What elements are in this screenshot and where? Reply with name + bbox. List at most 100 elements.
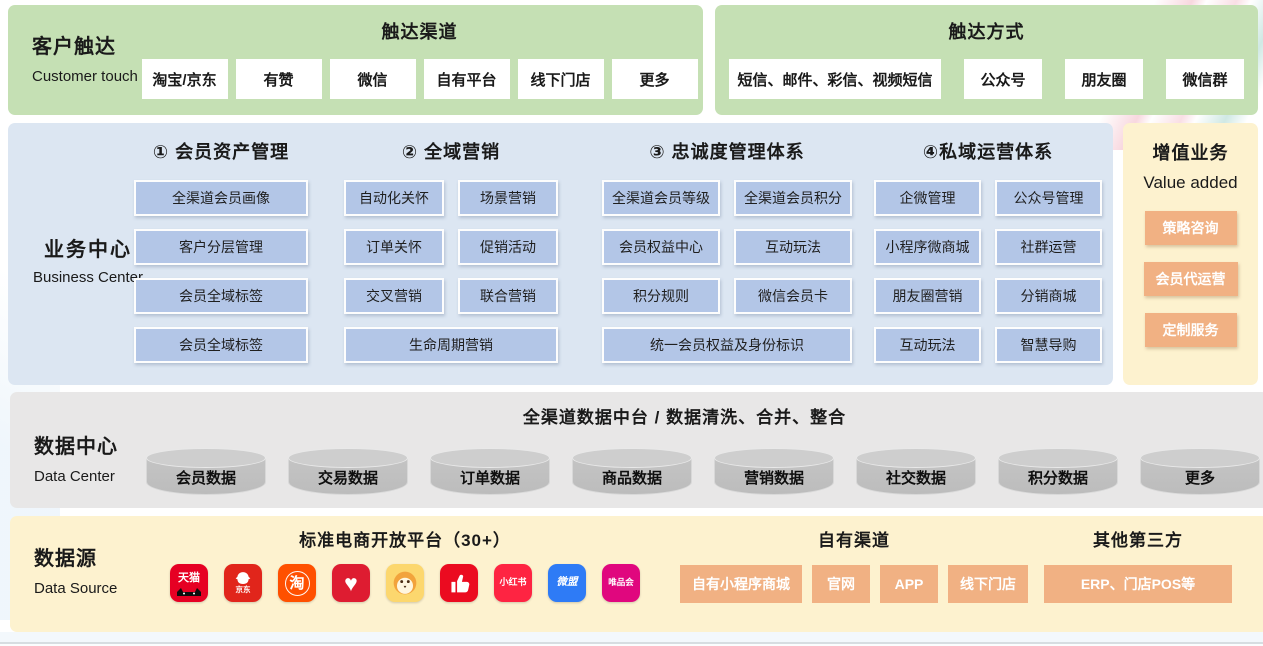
customer-touch-label: 客户触达 Customer touch xyxy=(32,30,138,85)
business-section-grid: 企微管理公众号管理小程序微商城社群运营朋友圈营销分销商城互动玩法智慧导购 xyxy=(870,180,1106,363)
channels-title: 触达渠道 xyxy=(146,18,693,44)
ecommerce-platforms-title: 标准电商开放平台（30+） xyxy=(140,526,670,550)
database-cylinders-row: 会员数据 交易数据 订单数据 商品数据 营销数据 社交数据 积分数据更多 xyxy=(146,448,1263,496)
suning-icon xyxy=(386,564,424,602)
business-module-box: 订单关怀 xyxy=(344,229,444,265)
own-channel-box: 线下门店 xyxy=(948,565,1028,603)
database-cylinder: 社交数据 xyxy=(856,448,976,496)
business-center-panel: 业务中心 Business Center ① 会员资产管理全渠道会员画像客户分层… xyxy=(8,123,1113,385)
value-added-box: 定制服务 xyxy=(1145,313,1237,347)
business-module-box: 全渠道会员积分 xyxy=(734,180,852,216)
database-cylinder: 交易数据 xyxy=(288,448,408,496)
taobao-icon: 淘 xyxy=(278,564,316,602)
business-section-title: ④私域运营体系 xyxy=(870,138,1106,165)
business-section-3: ③ 忠诚度管理体系全渠道会员等级全渠道会员积分会员权益中心互动玩法积分规则微信会… xyxy=(598,123,856,385)
channel-buttons-row: 淘宝/京东有赞微信自有平台线下门店更多 xyxy=(146,59,693,99)
business-module-box: 生命周期营销 xyxy=(344,327,558,363)
business-section-title: ① 会员资产管理 xyxy=(120,138,322,165)
value-added-label-zh: 增值业务 xyxy=(1123,139,1258,165)
business-section-4: ④私域运营体系企微管理公众号管理小程序微商城社群运营朋友圈营销分销商城互动玩法智… xyxy=(870,123,1106,385)
weimob-icon: 微盟 xyxy=(548,564,586,602)
channel-box: 更多 xyxy=(612,59,698,99)
business-module-box: 小程序微商城 xyxy=(874,229,981,265)
method-box: 公众号 xyxy=(964,59,1042,99)
business-module-box: 公众号管理 xyxy=(995,180,1102,216)
value-added-box: 会员代运营 xyxy=(1144,262,1238,296)
data-source-label: 数据源 Data Source xyxy=(34,542,117,597)
touch-methods-panel: 触达方式 短信、邮件、彩信、视频短信公众号朋友圈微信群 xyxy=(715,5,1258,115)
channel-box: 自有平台 xyxy=(424,59,510,99)
business-sections: ① 会员资产管理全渠道会员画像客户分层管理会员全域标签会员全域标签② 全域营销自… xyxy=(8,123,1113,385)
business-module-box: 分销商城 xyxy=(995,278,1102,314)
brand-label: 淘 xyxy=(285,571,310,596)
business-module-box: 会员权益中心 xyxy=(602,229,720,265)
xiaohongshu-icon: 小红书 xyxy=(494,564,532,602)
business-module-box: 积分规则 xyxy=(602,278,720,314)
own-channels-zone: 自有渠道 自有小程序商城官网 APP 线下门店 xyxy=(658,516,1050,603)
value-added-panel: 增值业务 Value added 策略咨询会员代运营定制服务 xyxy=(1123,123,1258,385)
database-label: 社交数据 xyxy=(856,467,976,488)
own-channel-buttons-row: 自有小程序商城官网 APP 线下门店 xyxy=(658,565,1050,603)
data-source-label-en: Data Source xyxy=(34,580,117,597)
database-cylinder: 营销数据 xyxy=(714,448,834,496)
customer-touch-panel: 客户触达 Customer touch 触达渠道 淘宝/京东有赞微信自有平台线下… xyxy=(8,5,703,115)
business-module-box: 场景营销 xyxy=(458,180,558,216)
channel-box: 淘宝/京东 xyxy=(142,59,228,99)
database-label: 商品数据 xyxy=(572,467,692,488)
business-module-box: 交叉营销 xyxy=(344,278,444,314)
value-added-buttons: 策略咨询会员代运营定制服务 xyxy=(1123,211,1258,347)
data-center-label-zh: 数据中心 xyxy=(34,430,118,459)
business-module-box: 促销活动 xyxy=(458,229,558,265)
third-party-title: 其他第三方 xyxy=(1038,526,1238,550)
business-section-1: ① 会员资产管理全渠道会员画像客户分层管理会员全域标签会员全域标签 xyxy=(120,123,322,385)
brand-label: 唯品会 xyxy=(608,578,634,587)
heart-brand-icon: ♥ xyxy=(332,564,370,602)
business-section-title: ② 全域营销 xyxy=(340,138,562,165)
data-source-panel: 数据源 Data Source 标准电商开放平台（30+） 天猫京东淘 ♥ 小红书 微… xyxy=(10,516,1263,632)
methods-title: 触达方式 xyxy=(729,18,1244,44)
business-module-box: 会员全域标签 xyxy=(134,278,308,314)
channel-box: 有赞 xyxy=(236,59,322,99)
tmall-icon: 天猫 xyxy=(170,564,208,602)
third-party-zone: 其他第三方 ERP、门店POS等 xyxy=(1038,516,1238,603)
own-channel-box: APP xyxy=(880,565,938,603)
vipshop-icon: 唯品会 xyxy=(602,564,640,602)
method-box: 朋友圈 xyxy=(1065,59,1143,99)
business-module-box: 微信会员卡 xyxy=(734,278,852,314)
business-module-box: 会员全域标签 xyxy=(134,327,308,363)
data-center-label: 数据中心 Data Center xyxy=(34,430,118,485)
channels-area: 触达渠道 淘宝/京东有赞微信自有平台线下门店更多 xyxy=(146,5,693,115)
business-module-box: 智慧导购 xyxy=(995,327,1102,363)
value-added-label-en: Value added xyxy=(1123,173,1258,193)
business-section-title: ③ 忠诚度管理体系 xyxy=(598,138,856,165)
business-module-box: 企微管理 xyxy=(874,180,981,216)
business-section-grid: 自动化关怀场景营销订单关怀促销活动交叉营销联合营销生命周期营销 xyxy=(340,180,562,363)
database-cylinder: 更多 xyxy=(1140,448,1260,496)
database-cylinder: 积分数据 xyxy=(998,448,1118,496)
ecommerce-platforms-zone: 标准电商开放平台（30+） 天猫京东淘 ♥ 小红书 微盟 唯品会 xyxy=(140,516,670,602)
brand-label: ♥ xyxy=(344,572,358,595)
data-center-label-en: Data Center xyxy=(34,468,118,485)
own-channel-box: 自有小程序商城 xyxy=(680,565,802,603)
database-label: 会员数据 xyxy=(146,467,266,488)
database-label: 营销数据 xyxy=(714,467,834,488)
database-cylinder: 商品数据 xyxy=(572,448,692,496)
business-module-box: 客户分层管理 xyxy=(134,229,308,265)
brand-label: 小红书 xyxy=(499,578,526,588)
own-channel-box: 官网 xyxy=(812,565,870,603)
jd-icon: 京东 xyxy=(224,564,262,602)
business-section-grid: 全渠道会员等级全渠道会员积分会员权益中心互动玩法积分规则微信会员卡统一会员权益及… xyxy=(598,180,856,363)
business-module-box: 互动玩法 xyxy=(734,229,852,265)
business-module-box: 统一会员权益及身份标识 xyxy=(602,327,852,363)
channel-box: 微信 xyxy=(330,59,416,99)
business-module-box: 联合营销 xyxy=(458,278,558,314)
business-module-box: 社群运营 xyxy=(995,229,1102,265)
business-module-box: 全渠道会员画像 xyxy=(134,180,308,216)
database-label: 订单数据 xyxy=(430,467,550,488)
own-channels-title: 自有渠道 xyxy=(658,526,1050,550)
database-cylinder: 会员数据 xyxy=(146,448,266,496)
data-center-title: 全渠道数据中台 / 数据清洗、合并、整合 xyxy=(10,403,1263,428)
business-module-box: 互动玩法 xyxy=(874,327,981,363)
third-party-box: ERP、门店POS等 xyxy=(1044,565,1232,603)
customer-touch-label-en: Customer touch xyxy=(32,68,138,85)
